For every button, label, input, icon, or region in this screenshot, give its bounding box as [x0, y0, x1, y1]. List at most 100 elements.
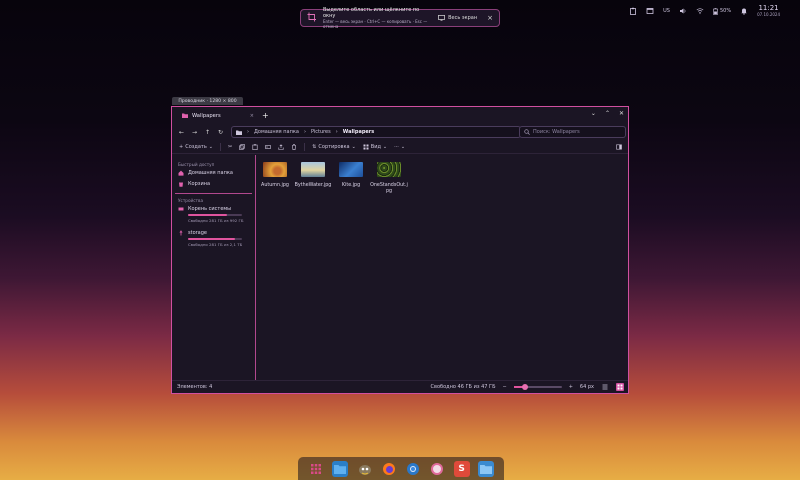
keyboard-layout[interactable]: US — [663, 8, 670, 14]
file-item[interactable]: Kite.jpg — [338, 162, 364, 195]
breadcrumb-item-wallpapers[interactable]: Wallpapers — [343, 129, 375, 135]
volume-icon[interactable] — [679, 7, 687, 15]
sidebar-item-label: storage — [188, 229, 207, 236]
file-name: BytheWater.jpg — [294, 183, 332, 188]
sidebar-item-root[interactable]: Корень системы Свободно 281 ГБ из 992 ГБ — [172, 203, 255, 223]
sidebar-item-home[interactable]: Домашняя папка — [172, 167, 255, 178]
up-icon[interactable]: ↑ — [203, 128, 212, 137]
zoom-slider[interactable] — [513, 384, 562, 390]
file-thumbnail — [377, 162, 401, 177]
file-thumbnail — [301, 162, 325, 177]
divider — [304, 142, 306, 151]
more-button[interactable]: ··· ⌄ — [394, 144, 405, 150]
search-input[interactable]: Поиск: Wallpapers — [519, 126, 626, 138]
app-grid-icon[interactable] — [308, 461, 324, 477]
window-size-label: Проводник · 1280 × 800 — [172, 97, 243, 105]
wifi-icon[interactable] — [696, 7, 704, 15]
trash-icon[interactable] — [291, 143, 297, 150]
chevron-down-icon: ⌄ — [382, 143, 388, 150]
chevron-down-icon: ⌄ — [400, 143, 406, 150]
window-icon[interactable] — [646, 7, 654, 15]
file-item[interactable]: Autumn.jpg — [261, 162, 289, 195]
file-grid: Autumn.jpg BytheWater.jpg Kite.jpg OneSt… — [261, 162, 408, 195]
item-count: Элементов: 4 — [177, 384, 213, 390]
disk-usage-bar — [188, 238, 242, 240]
file-manager-window: Wallpapers × + ⌄ ⌃ ✕ ← → ↑ ↻ › Домашняя … — [171, 106, 629, 394]
divider — [220, 142, 221, 151]
zoom-slider-handle[interactable] — [521, 384, 528, 390]
toolbar: + Создать ⌄ ✂ ⇅ Сортировка ⌄ Вид ⌄ ··· ⌄ — [172, 140, 628, 154]
view-label: Вид — [370, 143, 381, 150]
disk-free-text: Свободно 281 ГБ из 2,1 ТБ — [188, 242, 243, 247]
slides-app-icon[interactable]: S — [453, 460, 470, 477]
pdf-viewer-icon[interactable] — [429, 461, 445, 477]
clipboard-icon[interactable] — [629, 7, 637, 15]
breadcrumb[interactable]: › Домашняя папка › Pictures › Wallpapers — [231, 126, 521, 138]
firefox-icon[interactable] — [381, 461, 397, 477]
tab-bar: Wallpapers × + ⌄ ⌃ ✕ — [172, 107, 628, 124]
home-icon — [178, 170, 184, 176]
chevron-down-icon[interactable]: ⌄ — [591, 110, 596, 117]
list-view-icon[interactable] — [601, 383, 609, 391]
battery-icon — [713, 7, 718, 15]
fullscreen-button[interactable]: Весь экран — [438, 15, 477, 21]
dock: S — [298, 457, 504, 480]
back-icon[interactable]: ← — [177, 128, 186, 137]
details-pane-icon[interactable] — [616, 144, 622, 150]
usb-drive-icon — [179, 230, 183, 235]
breadcrumb-item-home[interactable]: Домашняя папка — [254, 129, 299, 135]
tab-wallpapers[interactable]: Wallpapers × — [178, 109, 258, 123]
file-name: Autumn.jpg — [261, 183, 289, 188]
view-button[interactable]: Вид ⌄ — [363, 144, 387, 150]
chrome-icon[interactable] — [405, 461, 421, 477]
rename-icon[interactable] — [265, 144, 272, 150]
reload-icon[interactable]: ↻ — [216, 128, 225, 137]
disk-free-text: Свободно 281 ГБ из 992 ГБ — [188, 218, 244, 223]
tab-label: Wallpapers — [192, 112, 221, 119]
close-window-icon[interactable]: ✕ — [619, 110, 624, 117]
clock[interactable]: 11:21 07.10.2024 — [757, 5, 780, 17]
cut-icon[interactable]: ✂ — [228, 144, 232, 150]
grid-icon — [363, 144, 369, 149]
forward-icon[interactable]: → — [190, 128, 199, 137]
disk-usage-fill — [188, 238, 235, 240]
chevron-down-icon: ⌄ — [208, 143, 213, 150]
sort-button[interactable]: ⇅ Сортировка ⌄ — [312, 144, 356, 150]
search-icon — [524, 129, 530, 135]
file-item[interactable]: BytheWater.jpg — [295, 162, 331, 195]
battery-indicator[interactable]: 50% — [713, 7, 731, 15]
create-label: Создать — [185, 143, 207, 150]
file-name: OneStandsOut.jpg — [370, 183, 408, 194]
share-icon[interactable] — [278, 143, 284, 150]
chevron-down-icon: ⌄ — [351, 143, 356, 150]
sidebar-item-label: Корзина — [188, 180, 211, 187]
breadcrumb-item-pictures[interactable]: Pictures — [311, 129, 331, 135]
divider — [175, 193, 252, 194]
close-icon[interactable]: × — [487, 14, 493, 22]
chevron-up-icon[interactable]: ⌃ — [605, 110, 610, 117]
gimp-icon[interactable] — [357, 461, 373, 477]
chevron-right-icon: › — [335, 129, 338, 135]
zoom-in-icon[interactable]: + — [569, 384, 573, 390]
screenshot-overlay: Выделите область или щёлкните по окну En… — [300, 7, 500, 29]
notifications-icon[interactable] — [740, 7, 748, 15]
free-space-text: Свободно 46 ГБ из 47 ГБ — [430, 384, 496, 390]
fullscreen-label: Весь экран — [448, 15, 478, 21]
sidebar-item-trash[interactable]: Корзина — [172, 178, 255, 189]
zoom-out-icon[interactable]: − — [503, 384, 507, 390]
sort-label: Сортировка — [318, 143, 350, 150]
create-button[interactable]: + Создать ⌄ — [179, 144, 213, 150]
search-placeholder: Поиск: Wallpapers — [533, 129, 580, 135]
file-item[interactable]: OneStandsOut.jpg — [370, 162, 408, 195]
new-tab-button[interactable]: + — [262, 111, 269, 120]
files-app-icon[interactable] — [332, 460, 349, 477]
zoom-value: 64 px — [579, 384, 594, 390]
sidebar-item-storage[interactable]: storage Свободно 281 ГБ из 2,1 ТБ — [172, 227, 255, 247]
paste-icon[interactable] — [252, 143, 258, 150]
tab-close-icon[interactable]: × — [250, 113, 254, 119]
copy-icon[interactable] — [239, 143, 246, 150]
drive-icon — [178, 207, 184, 210]
folder-app-icon[interactable] — [477, 460, 494, 477]
folder-icon — [236, 130, 242, 135]
grid-view-icon[interactable] — [616, 383, 624, 391]
